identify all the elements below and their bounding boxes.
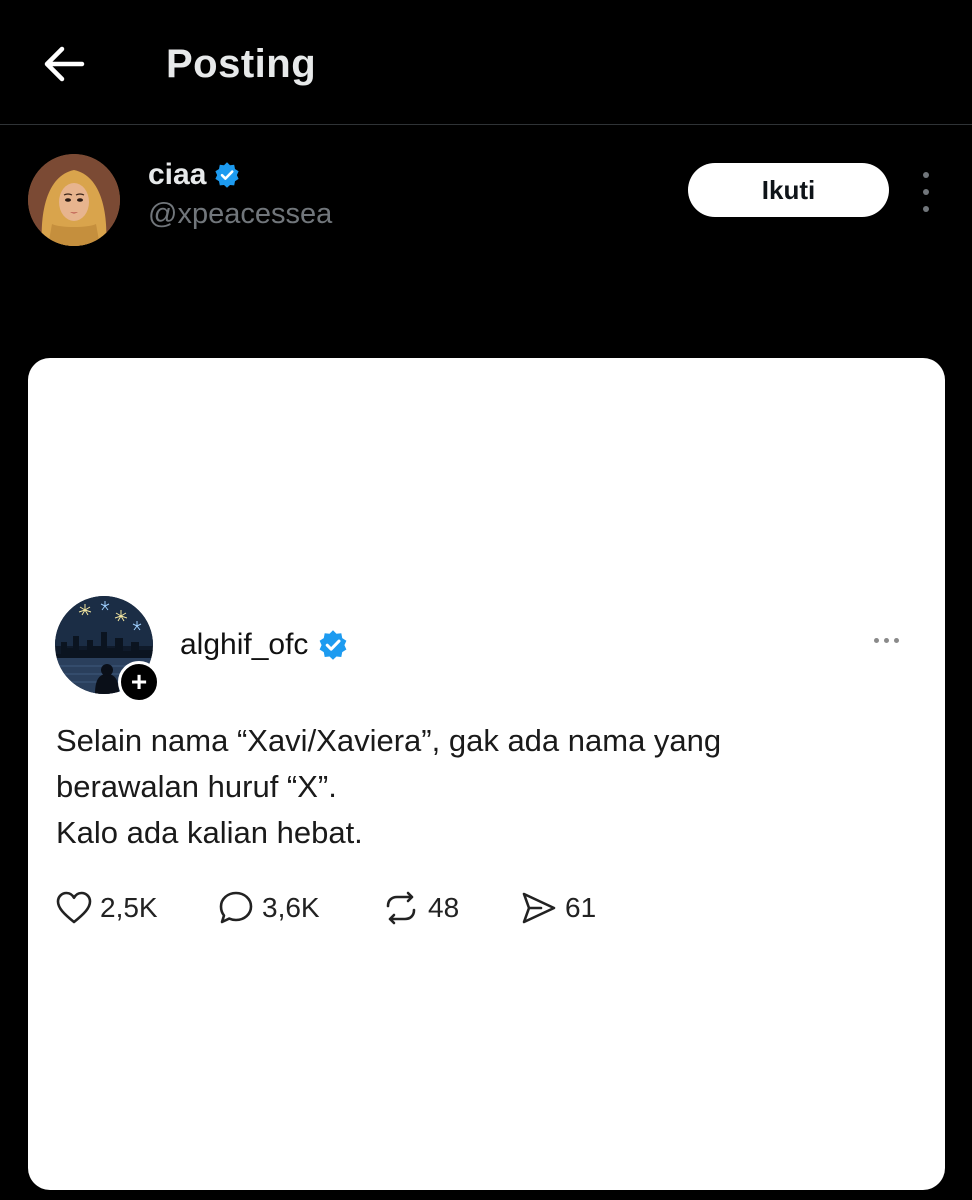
dot (884, 638, 889, 643)
comment-stat: 3,6K (218, 888, 320, 928)
more-vertical-icon[interactable] (914, 172, 938, 212)
comment-icon (219, 891, 253, 924)
follow-plus-icon: + (118, 661, 160, 703)
page-title: Posting (166, 42, 317, 86)
repost-icon (386, 891, 416, 925)
embedded-post-text: Selain nama “Xavi/Xaviera”, gak ada nama… (56, 718, 916, 856)
send-icon (522, 892, 556, 924)
avatar[interactable] (28, 154, 120, 246)
follow-button[interactable]: Ikuti (688, 163, 889, 217)
dot (874, 638, 879, 643)
top-bar: Posting (0, 0, 972, 125)
author-name[interactable]: ciaa (148, 158, 206, 192)
dot (923, 206, 929, 212)
heart-icon (56, 891, 92, 924)
embedded-author-name: alghif_ofc (180, 628, 309, 661)
embedded-author-row: alghif_ofc (180, 628, 348, 662)
text-line: Selain nama “Xavi/Xaviera”, gak ada nama… (56, 723, 722, 758)
author-handle[interactable]: @xpeacessea (148, 198, 332, 231)
like-count: 2,5K (100, 892, 158, 923)
repost-stat: 48 (382, 888, 459, 928)
comment-count: 3,6K (262, 892, 320, 923)
like-stat: 2,5K (56, 888, 158, 928)
dot (923, 172, 929, 178)
text-line: Kalo ada kalian hebat. (56, 815, 363, 850)
share-stat: 61 (521, 888, 596, 928)
avatar-image (28, 154, 120, 246)
back-button[interactable] (40, 40, 88, 88)
verified-badge-icon (215, 162, 239, 188)
dot (923, 189, 929, 195)
arrow-left-icon (44, 46, 85, 82)
author-name-row: ciaa (148, 158, 240, 192)
post-media-image[interactable]: + alghif_ofc Selain nama “Xavi/Xaviera”,… (28, 358, 945, 1190)
dot (894, 638, 899, 643)
verified-badge-icon (320, 630, 347, 660)
share-count: 61 (565, 892, 597, 923)
more-horizontal-icon (874, 638, 899, 643)
repost-count: 48 (428, 892, 460, 923)
text-line: berawalan huruf “X”. (56, 769, 337, 804)
